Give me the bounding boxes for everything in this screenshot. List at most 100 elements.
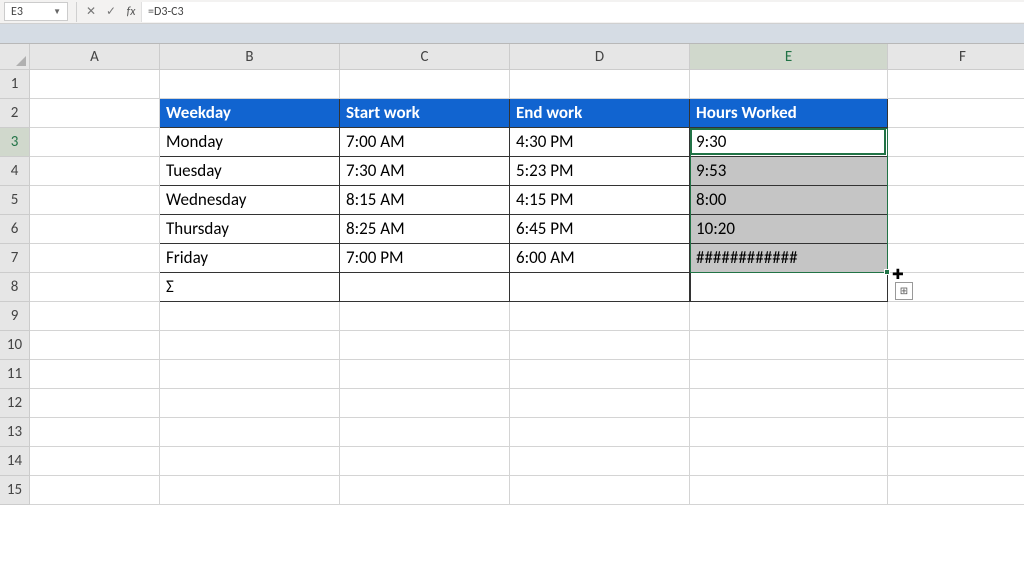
row-header-13[interactable]: 13 — [0, 418, 30, 447]
cell-E4[interactable]: 9:53 — [690, 157, 888, 186]
cell-B11[interactable] — [160, 360, 340, 389]
col-header-B[interactable]: B — [160, 44, 340, 70]
col-header-F[interactable]: F — [888, 44, 1024, 70]
cell-F1[interactable] — [888, 70, 1024, 99]
row-header-11[interactable]: 11 — [0, 360, 30, 389]
cell-D3[interactable]: 4:30 PM — [510, 128, 690, 157]
cell-F13[interactable] — [888, 418, 1024, 447]
col-header-D[interactable]: D — [510, 44, 690, 70]
header-weekday[interactable]: Weekday — [160, 99, 340, 128]
cell-D14[interactable] — [510, 447, 690, 476]
enter-button[interactable]: ✓ — [101, 4, 121, 19]
cell-D11[interactable] — [510, 360, 690, 389]
cell-C3[interactable]: 7:00 AM — [340, 128, 510, 157]
row-header-6[interactable]: 6 — [0, 215, 30, 244]
row-header-12[interactable]: 12 — [0, 389, 30, 418]
cell-A7[interactable] — [30, 244, 160, 273]
cell-F11[interactable] — [888, 360, 1024, 389]
cell-C15[interactable] — [340, 476, 510, 505]
cell-D8[interactable] — [510, 273, 690, 302]
cell-E9[interactable] — [690, 302, 888, 331]
cell-area[interactable]: Weekday Start work End work Hours Worked… — [30, 70, 1024, 576]
cell-E11[interactable] — [690, 360, 888, 389]
cell-E7[interactable]: ############ — [690, 244, 888, 273]
cell-A11[interactable] — [30, 360, 160, 389]
cell-F3[interactable] — [888, 128, 1024, 157]
cell-C14[interactable] — [340, 447, 510, 476]
cell-F6[interactable] — [888, 215, 1024, 244]
cell-F15[interactable] — [888, 476, 1024, 505]
cell-E5[interactable]: 8:00 — [690, 186, 888, 215]
cell-B7[interactable]: Friday — [160, 244, 340, 273]
cell-A6[interactable] — [30, 215, 160, 244]
header-hours[interactable]: Hours Worked — [690, 99, 888, 128]
cell-B5[interactable]: Wednesday — [160, 186, 340, 215]
cell-A5[interactable] — [30, 186, 160, 215]
fill-handle[interactable] — [884, 269, 890, 275]
row-header-1[interactable]: 1 — [0, 70, 30, 99]
cell-B10[interactable] — [160, 331, 340, 360]
row-header-2[interactable]: 2 — [0, 99, 30, 128]
name-box[interactable]: E3 ▼ — [4, 2, 68, 21]
cell-F7[interactable] — [888, 244, 1024, 273]
cell-E12[interactable] — [690, 389, 888, 418]
col-header-A[interactable]: A — [30, 44, 160, 70]
cell-A3[interactable] — [30, 128, 160, 157]
cell-A1[interactable] — [30, 70, 160, 99]
dropdown-arrow-icon[interactable]: ▼ — [53, 7, 61, 17]
row-header-14[interactable]: 14 — [0, 447, 30, 476]
cell-C1[interactable] — [340, 70, 510, 99]
cell-C7[interactable]: 7:00 PM — [340, 244, 510, 273]
cell-C9[interactable] — [340, 302, 510, 331]
cell-B13[interactable] — [160, 418, 340, 447]
cell-C5[interactable]: 8:15 AM — [340, 186, 510, 215]
cell-B4[interactable]: Tuesday — [160, 157, 340, 186]
cell-D15[interactable] — [510, 476, 690, 505]
cell-C6[interactable]: 8:25 AM — [340, 215, 510, 244]
cell-E3[interactable]: 9:30 — [690, 128, 888, 157]
cell-A9[interactable] — [30, 302, 160, 331]
cell-C13[interactable] — [340, 418, 510, 447]
row-header-7[interactable]: 7 — [0, 244, 30, 273]
cell-A15[interactable] — [30, 476, 160, 505]
cell-E15[interactable] — [690, 476, 888, 505]
cell-E14[interactable] — [690, 447, 888, 476]
row-header-4[interactable]: 4 — [0, 157, 30, 186]
fx-button[interactable]: fx — [121, 5, 141, 19]
cell-A4[interactable] — [30, 157, 160, 186]
cell-D13[interactable] — [510, 418, 690, 447]
cell-B14[interactable] — [160, 447, 340, 476]
cell-A2[interactable] — [30, 99, 160, 128]
cell-D9[interactable] — [510, 302, 690, 331]
header-start[interactable]: Start work — [340, 99, 510, 128]
row-header-5[interactable]: 5 — [0, 186, 30, 215]
cell-B8[interactable]: Σ — [160, 273, 340, 302]
formula-input[interactable]: =D3-C3 — [141, 2, 1024, 22]
cell-D12[interactable] — [510, 389, 690, 418]
cell-D7[interactable]: 6:00 AM — [510, 244, 690, 273]
cell-B12[interactable] — [160, 389, 340, 418]
cell-B6[interactable]: Thursday — [160, 215, 340, 244]
cell-B1[interactable] — [160, 70, 340, 99]
cell-A14[interactable] — [30, 447, 160, 476]
cell-F4[interactable] — [888, 157, 1024, 186]
cell-D10[interactable] — [510, 331, 690, 360]
cell-C8[interactable] — [340, 273, 510, 302]
cell-E8[interactable] — [690, 273, 888, 302]
cell-C10[interactable] — [340, 331, 510, 360]
cell-B9[interactable] — [160, 302, 340, 331]
cell-D4[interactable]: 5:23 PM — [510, 157, 690, 186]
cell-E10[interactable] — [690, 331, 888, 360]
cell-F2[interactable] — [888, 99, 1024, 128]
row-header-15[interactable]: 15 — [0, 476, 30, 505]
cell-D5[interactable]: 4:15 PM — [510, 186, 690, 215]
cell-E1[interactable] — [690, 70, 888, 99]
cancel-button[interactable]: ✕ — [81, 4, 101, 19]
cell-B15[interactable] — [160, 476, 340, 505]
cell-F5[interactable] — [888, 186, 1024, 215]
cell-E13[interactable] — [690, 418, 888, 447]
col-header-C[interactable]: C — [340, 44, 510, 70]
cell-C4[interactable]: 7:30 AM — [340, 157, 510, 186]
cell-F14[interactable] — [888, 447, 1024, 476]
cell-D1[interactable] — [510, 70, 690, 99]
